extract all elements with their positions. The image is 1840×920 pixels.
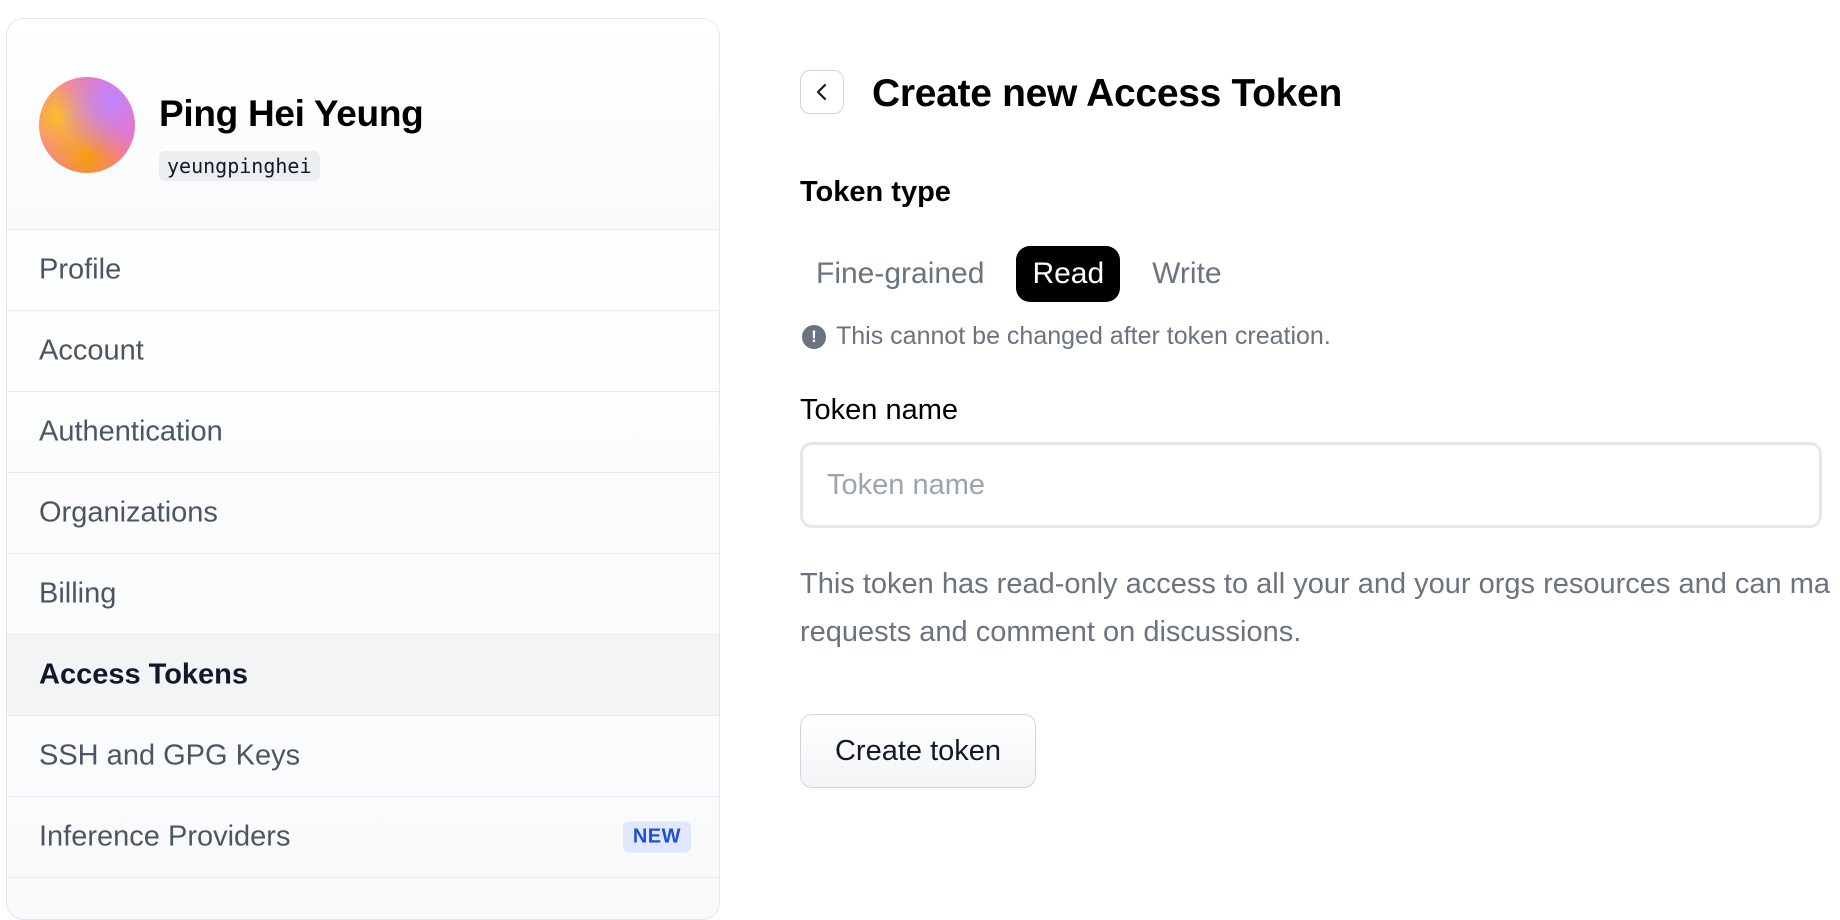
sidebar-item-profile[interactable]: Profile <box>7 229 719 310</box>
sidebar-item-label: Billing <box>39 577 117 610</box>
sidebar-item-label: Profile <box>39 253 122 286</box>
token-type-warning: ! This cannot be changed after token cre… <box>802 322 1331 351</box>
user-name: Ping Hei Yeung <box>159 93 424 134</box>
back-button[interactable] <box>800 70 844 114</box>
token-type-read[interactable]: Read <box>1016 246 1121 302</box>
exclamation-circle-icon: ! <box>802 324 826 349</box>
token-name-input[interactable] <box>800 442 1822 528</box>
sidebar-item-organizations[interactable]: Organizations <box>7 472 719 553</box>
token-type-selector: Fine-grained Read Write <box>800 246 1254 302</box>
sidebar-item-ssh-gpg-keys[interactable]: SSH and GPG Keys <box>7 715 719 796</box>
sidebar-item-authentication[interactable]: Authentication <box>7 391 719 472</box>
token-description-line: requests and comment on discussions. <box>800 616 1302 648</box>
token-type-fine-grained[interactable]: Fine-grained <box>800 246 1000 302</box>
sidebar-item-label: SSH and GPG Keys <box>39 739 301 772</box>
token-description: This token has read-only access to all y… <box>800 560 1840 656</box>
sidebar-item-label: Account <box>39 334 144 367</box>
token-type-write[interactable]: Write <box>1136 246 1237 302</box>
new-badge: NEW <box>622 821 691 853</box>
sidebar-item-label: Authentication <box>39 415 223 448</box>
sidebar-item-label: Access Tokens <box>39 658 249 691</box>
warning-text: This cannot be changed after token creat… <box>836 322 1331 350</box>
chevron-left-icon <box>816 83 827 101</box>
avatar[interactable] <box>39 77 135 173</box>
page-title: Create new Access Token <box>872 72 1342 115</box>
sidebar-item-inference-providers[interactable]: Inference Providers NEW <box>7 796 719 877</box>
settings-sidebar: Ping Hei Yeung yeungpinghei Profile Acco… <box>6 18 720 920</box>
token-type-label: Token type <box>800 176 951 208</box>
create-token-button[interactable]: Create token <box>800 714 1036 788</box>
sidebar-nav: Profile Account Authentication Organizat… <box>7 229 719 919</box>
sidebar-item-billing[interactable]: Billing <box>7 553 719 634</box>
sidebar-item-access-tokens[interactable]: Access Tokens <box>7 634 719 715</box>
sidebar-item-account[interactable]: Account <box>7 310 719 391</box>
sidebar-item-label: Organizations <box>39 496 218 529</box>
sidebar-item-label: Inference Providers <box>39 820 291 853</box>
user-handle: yeungpinghei <box>159 151 320 181</box>
profile-header: Ping Hei Yeung yeungpinghei <box>7 19 719 229</box>
token-description-line: This token has read-only access to all y… <box>800 568 1831 600</box>
sidebar-item-divider <box>7 877 719 919</box>
token-name-label: Token name <box>800 394 958 426</box>
